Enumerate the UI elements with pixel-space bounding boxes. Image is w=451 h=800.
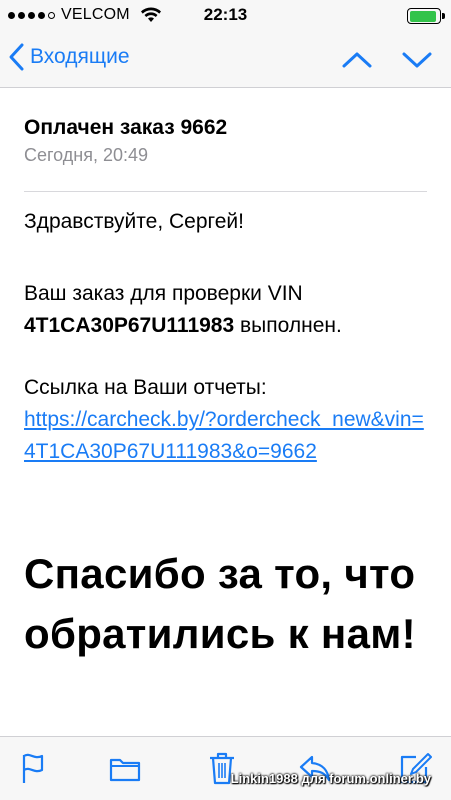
clock: 22:13 [203,5,248,24]
order-text: Ваш заказ для проверки VIN [24,282,303,305]
vin-number: 4T1CA30P67U111983 [24,314,235,337]
header-divider [24,191,427,192]
status-bar: VELCOM 22:13 [0,0,451,32]
navigation-bar: Входящие [0,32,451,88]
message-date: Сегодня, 20:49 [24,145,149,165]
order-status-text: выполнен. [234,314,342,337]
greeting-text: Здравствуйте, Сергей! [24,210,244,233]
back-button[interactable]: Входящие [8,42,130,72]
flag-icon[interactable] [18,751,52,785]
thanks-heading: Спасибо за то, что обратились к нам! [24,550,416,657]
order-status-line: 4T1CA30P67U111983 выполнен. [24,310,342,342]
bottom-toolbar: Linkin1988 для forum.onliner.by [0,736,451,800]
links-label: Ссылка на Ваши отчеты: [24,376,267,399]
back-label: Входящие [30,45,130,68]
battery-icon [407,8,445,24]
report-link[interactable]: https://carcheck.by/?ordercheck_new&vin=… [24,404,434,468]
message-subject: Оплачен заказ 9662 [24,116,228,139]
chevron-up-icon[interactable] [341,46,373,74]
chevron-left-icon [9,43,24,71]
chevron-down-icon[interactable] [401,46,433,74]
battery-level [409,10,436,22]
watermark-text: Linkin1988 для forum.onliner.by [230,771,431,786]
folder-icon[interactable] [108,751,142,785]
message-header: Оплачен заказ 9662 Сегодня, 20:49 [0,88,451,192]
